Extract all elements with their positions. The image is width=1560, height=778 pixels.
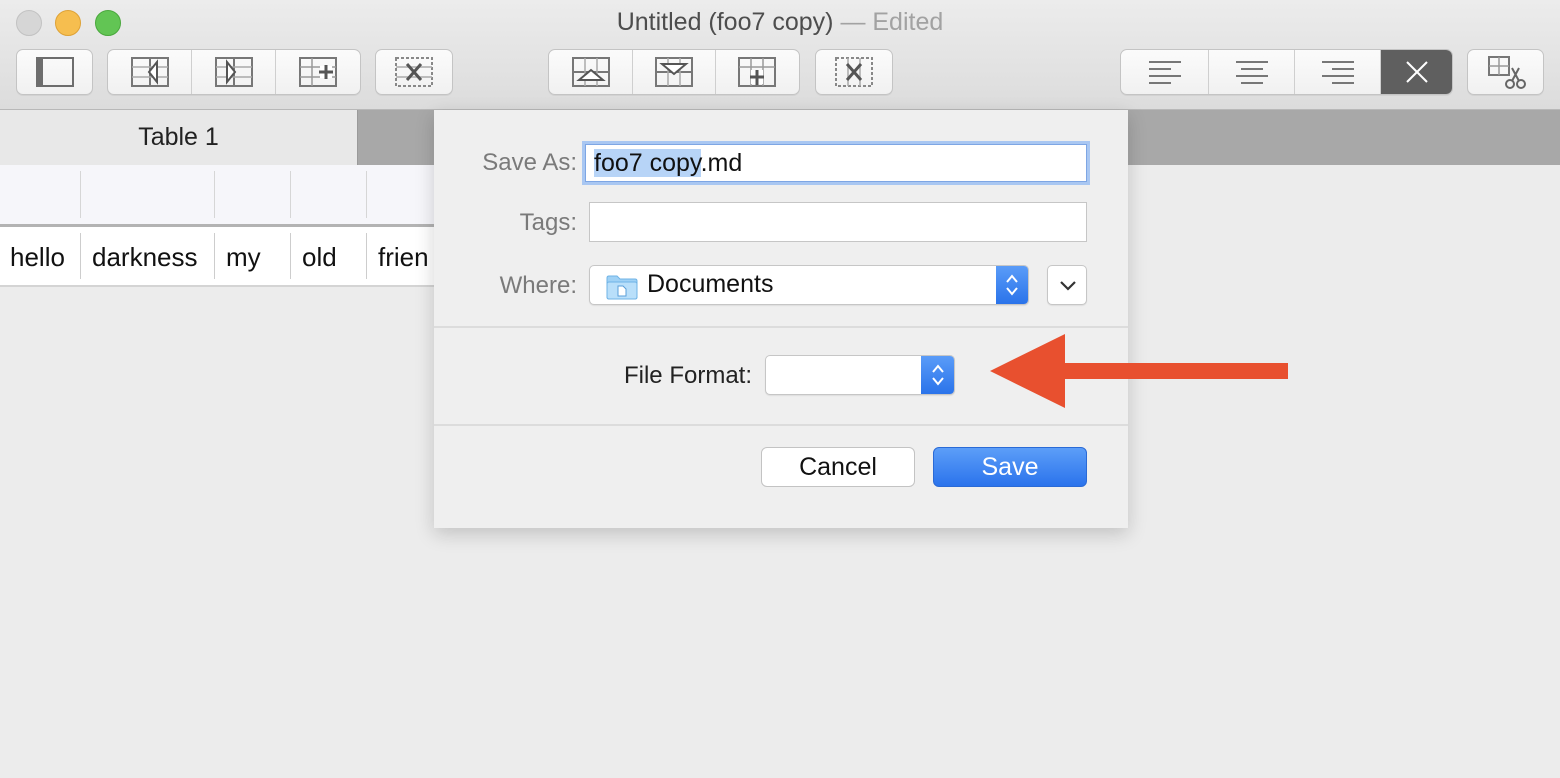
clear-alignment-button[interactable]	[1381, 50, 1452, 94]
file-format-popup[interactable]	[765, 355, 955, 395]
where-label: Where:	[499, 272, 577, 299]
expand-dialog-button[interactable]	[1047, 265, 1087, 305]
table: hello darkness my old frien	[0, 165, 434, 287]
tab-table-1[interactable]: Table 1	[0, 110, 358, 165]
window-title-text: Untitled (foo7 copy)	[616, 8, 834, 36]
table-header-row[interactable]	[0, 165, 434, 227]
sidebar-toggle-button[interactable]	[17, 50, 92, 94]
toolbar-group-rows	[548, 49, 800, 95]
column-divider	[366, 233, 367, 279]
file-format-stepper[interactable]	[921, 356, 954, 394]
divider	[434, 326, 1128, 328]
table-cell[interactable]: my	[226, 227, 288, 287]
close-icon	[1406, 61, 1428, 83]
table-cell[interactable]: old	[302, 227, 364, 287]
align-right-icon	[1321, 61, 1354, 84]
save-dialog: Save As: foo7 copy.md Tags: Where: Docum…	[434, 110, 1128, 528]
insert-row-above-icon	[571, 57, 610, 87]
save-as-field[interactable]: foo7 copy.md	[585, 144, 1087, 182]
filename-selection: foo7 copy	[594, 149, 701, 177]
align-left-icon	[1148, 61, 1181, 84]
chevron-up-down-icon	[931, 364, 944, 386]
toolbar-group-delete-row	[815, 49, 893, 95]
tags-field[interactable]	[589, 202, 1087, 242]
add-column-icon	[298, 57, 337, 87]
align-center-button[interactable]	[1209, 50, 1295, 94]
delete-column-button[interactable]	[376, 50, 452, 94]
edited-indicator: — Edited	[840, 8, 944, 36]
filename-extension: .md	[700, 149, 743, 177]
toolbar-group-columns	[107, 49, 361, 95]
chevron-down-icon	[1060, 281, 1076, 291]
insert-column-right-icon	[214, 57, 253, 87]
column-divider[interactable]	[80, 171, 81, 218]
add-row-icon	[738, 57, 777, 87]
save-as-label: Save As:	[482, 149, 577, 176]
cut-cells-button[interactable]	[1468, 50, 1543, 94]
cut-cells-icon	[1487, 56, 1526, 89]
annotation-arrow	[990, 334, 1288, 408]
column-divider	[214, 233, 215, 279]
toolbar-group-cut	[1467, 49, 1544, 95]
table-cell[interactable]: hello	[10, 227, 78, 287]
insert-row-above-button[interactable]	[549, 50, 634, 94]
delete-column-icon	[395, 57, 433, 87]
add-row-button[interactable]	[716, 50, 799, 94]
delete-row-icon	[835, 57, 873, 87]
column-divider[interactable]	[290, 171, 291, 218]
save-button[interactable]: Save	[933, 447, 1087, 487]
table-cell[interactable]: darkness	[92, 227, 212, 287]
title-bar: Untitled (foo7 copy) — Edited	[0, 0, 1560, 110]
toolbar-group-delete-column	[375, 49, 453, 95]
column-divider	[290, 233, 291, 279]
sidebar-toggle-icon	[35, 57, 74, 87]
folder-icon	[606, 275, 638, 300]
toolbar-group-sidebar	[16, 49, 93, 95]
where-value: Documents	[647, 270, 774, 298]
chevron-up-down-icon	[1006, 274, 1018, 296]
align-left-button[interactable]	[1121, 50, 1210, 94]
align-center-icon	[1235, 61, 1268, 84]
divider	[434, 424, 1128, 426]
add-column-button[interactable]	[276, 50, 360, 94]
insert-column-left-button[interactable]	[108, 50, 193, 94]
insert-row-below-icon	[655, 57, 693, 87]
file-format-label: File Format:	[623, 362, 752, 389]
insert-column-left-icon	[130, 57, 169, 87]
table-cell[interactable]: frien	[378, 227, 434, 287]
insert-column-right-button[interactable]	[192, 50, 276, 94]
delete-row-button[interactable]	[816, 50, 892, 94]
toolbar-group-alignment	[1120, 49, 1453, 95]
column-divider[interactable]	[214, 171, 215, 218]
window-title: Untitled (foo7 copy) — Edited	[0, 8, 1560, 37]
column-divider	[80, 233, 81, 279]
cancel-button[interactable]: Cancel	[761, 447, 915, 487]
align-right-button[interactable]	[1295, 50, 1382, 94]
column-divider[interactable]	[366, 171, 367, 218]
insert-row-below-button[interactable]	[633, 50, 716, 94]
where-popup[interactable]: Documents	[589, 265, 1029, 305]
where-stepper[interactable]	[996, 266, 1028, 304]
table-row: hello darkness my old frien	[0, 227, 434, 287]
tags-label: Tags:	[519, 209, 577, 236]
